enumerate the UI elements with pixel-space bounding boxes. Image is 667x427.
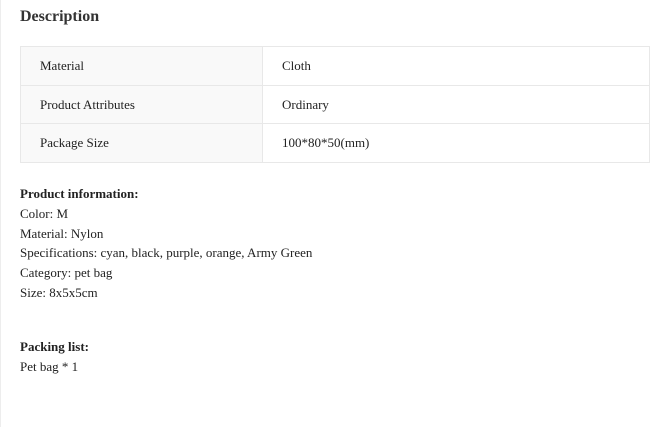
product-information-heading: Product information:: [20, 186, 139, 201]
left-border: [0, 0, 1, 427]
info-line-size: Size: 8x5x5cm: [20, 284, 98, 300]
spec-key: Package Size: [20, 123, 263, 163]
packing-list-heading: Packing list:: [20, 338, 89, 354]
spec-key: Product Attributes: [20, 85, 263, 124]
table-row: Package Size 100*80*50(mm): [20, 123, 650, 163]
spec-value: 100*80*50(mm): [262, 123, 650, 163]
spec-value: Cloth: [262, 46, 650, 86]
packing-list-item: Pet bag * 1: [20, 358, 79, 374]
specifications-table: Material Cloth Product Attributes Ordina…: [20, 46, 650, 163]
info-line-specifications: Specifications: cyan, black, purple, ora…: [20, 245, 313, 261]
table-row: Product Attributes Ordinary: [20, 85, 650, 124]
info-line-category: Category: pet bag: [20, 265, 113, 281]
info-line-material: Material: Nylon: [20, 225, 104, 241]
spec-value: Ordinary: [262, 85, 650, 124]
spec-key: Material: [20, 46, 263, 86]
table-row: Material Cloth: [20, 46, 650, 86]
description-heading: Description: [20, 8, 100, 25]
product-details: Product information: Color: M Material: …: [20, 184, 312, 376]
info-line-color: Color: M: [20, 205, 69, 221]
